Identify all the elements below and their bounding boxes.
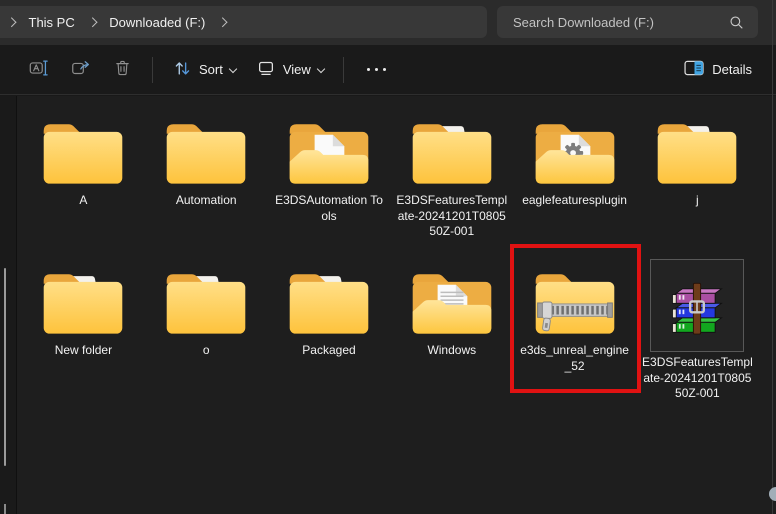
- address-bar[interactable]: This PC Downloaded (F:): [0, 6, 487, 38]
- file-thumbnail-box: [650, 259, 744, 352]
- window-right-edge: [772, 0, 773, 514]
- file-item[interactable]: eaglefeaturesplugin: [513, 105, 636, 255]
- file-label: j: [696, 193, 699, 209]
- share-icon: [70, 57, 92, 82]
- details-label: Details: [712, 62, 752, 77]
- search-input[interactable]: [511, 14, 729, 31]
- rename-button[interactable]: [18, 51, 60, 88]
- file-label: New folder: [55, 343, 112, 359]
- file-label: E3DSFeaturesTemplate-20241201T080550Z-00…: [396, 193, 508, 240]
- file-label: A: [79, 193, 87, 209]
- chevron-down-icon: [317, 64, 325, 72]
- file-item[interactable]: E3DSFeaturesTemplate-20241201T080550Z-00…: [390, 105, 513, 255]
- file-item[interactable]: E3DSFeaturesTemplate-20241201T080550Z-00…: [636, 255, 759, 405]
- scroll-indicator-dot: [769, 487, 776, 501]
- file-grid-area: A Automation E3DSAutomation Tools E3DSFeatu…: [17, 96, 776, 514]
- file-item[interactable]: e3ds_unreal_engine_52: [513, 255, 636, 405]
- rename-icon: [28, 57, 50, 82]
- toolbar-divider: [343, 57, 344, 83]
- breadcrumb-chevron-icon: [218, 17, 227, 26]
- folder-paper-icon: [651, 113, 743, 191]
- file-item[interactable]: E3DSAutomation Tools: [268, 105, 391, 255]
- nav-pane-remnant: [0, 96, 17, 514]
- file-item[interactable]: A: [22, 105, 145, 255]
- breadcrumb-chevron-icon: [7, 17, 16, 26]
- file-item[interactable]: Packaged: [268, 255, 391, 405]
- details-pane-icon: [684, 60, 705, 80]
- search-box[interactable]: [497, 6, 758, 38]
- view-frame-icon: [256, 58, 276, 81]
- sort-label: Sort: [199, 62, 223, 77]
- file-label: Windows: [427, 343, 476, 359]
- file-explorer-window: This PC Downloaded (F:): [0, 0, 776, 514]
- file-label: Packaged: [302, 343, 355, 359]
- left-scrollbar-thumb[interactable]: [4, 268, 6, 466]
- folder-paper-icon: [160, 263, 252, 341]
- file-label: E3DSAutomation Tools: [273, 193, 385, 224]
- folder-paper-icon: [406, 113, 498, 191]
- view-label: View: [283, 62, 311, 77]
- chevron-down-icon: [229, 64, 237, 72]
- file-grid: A Automation E3DSAutomation Tools E3DSFeatu…: [22, 105, 759, 405]
- folder-open-gear-icon: [529, 113, 621, 191]
- breadcrumb-this-pc[interactable]: This PC: [25, 13, 79, 32]
- file-item[interactable]: Windows: [390, 255, 513, 405]
- breadcrumb-chevron-icon: [87, 17, 96, 26]
- file-label: Automation: [176, 193, 237, 209]
- file-item[interactable]: j: [636, 105, 759, 255]
- folder-open-lines-icon: [406, 263, 498, 341]
- navigation-bar: This PC Downloaded (F:): [0, 0, 776, 45]
- folder-plain-icon: [160, 113, 252, 191]
- see-more-button[interactable]: [353, 58, 401, 81]
- folder-zip-icon: [529, 263, 621, 341]
- file-item[interactable]: New folder: [22, 255, 145, 405]
- folder-paper-icon: [37, 263, 129, 341]
- sort-button[interactable]: Sort: [162, 52, 246, 87]
- view-button[interactable]: View: [246, 52, 334, 87]
- file-label: eaglefeaturesplugin: [522, 193, 627, 209]
- details-button[interactable]: Details: [674, 54, 762, 86]
- left-scrollbar-end[interactable]: [4, 504, 6, 514]
- winrar-icon: [668, 277, 726, 335]
- share-button[interactable]: [60, 51, 102, 88]
- see-more-ellipsis-icon: [363, 64, 391, 75]
- file-label: o: [203, 343, 210, 359]
- command-bar: Sort View Details: [0, 45, 776, 95]
- folder-plain-icon: [37, 113, 129, 191]
- file-item[interactable]: o: [145, 255, 268, 405]
- file-item[interactable]: Automation: [145, 105, 268, 255]
- explorer-body: A Automation E3DSAutomation Tools E3DSFeatu…: [0, 96, 776, 514]
- sort-arrows-icon: [172, 58, 192, 81]
- folder-paper-icon: [283, 263, 375, 341]
- folder-open-doc-icon: [283, 113, 375, 191]
- file-label: e3ds_unreal_engine_52: [519, 343, 631, 374]
- delete-button[interactable]: [102, 51, 143, 88]
- breadcrumb-downloaded-f[interactable]: Downloaded (F:): [105, 13, 209, 32]
- trash-icon: [112, 57, 133, 82]
- toolbar-divider: [152, 57, 153, 83]
- search-icon: [729, 15, 744, 30]
- file-label: E3DSFeaturesTemplate-20241201T080550Z-00…: [641, 355, 753, 402]
